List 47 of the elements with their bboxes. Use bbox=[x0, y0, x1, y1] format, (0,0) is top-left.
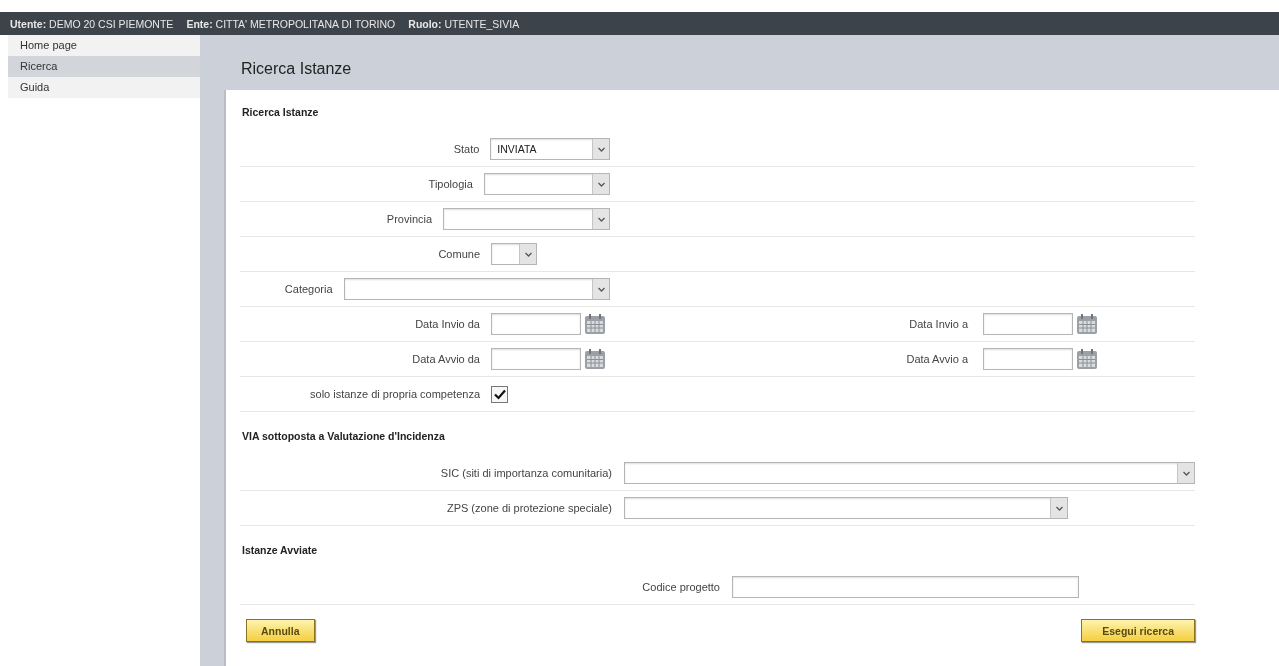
user-info: Ruolo: UTENTE_SIVIA bbox=[408, 17, 520, 30]
date-field[interactable] bbox=[491, 348, 581, 370]
caret-icon[interactable] bbox=[1177, 463, 1194, 483]
search-button[interactable]: Esegui ricerca bbox=[1081, 619, 1195, 642]
caret-icon[interactable] bbox=[1050, 498, 1067, 518]
field-label: Data Avvio a bbox=[905, 353, 968, 365]
field-label: Provincia bbox=[385, 213, 433, 225]
caret-icon[interactable] bbox=[592, 279, 609, 299]
user-info: Utente: DEMO 20 CSI PIEMONTE bbox=[10, 17, 174, 30]
dropdown-field[interactable] bbox=[491, 243, 537, 265]
date-field[interactable] bbox=[491, 313, 581, 335]
sidebar-item[interactable]: Ricerca bbox=[8, 56, 200, 77]
field-label: solo istanze di propria competenza bbox=[309, 388, 480, 400]
dropdown-field[interactable]: INVIATA bbox=[490, 138, 610, 160]
checkbox[interactable] bbox=[491, 385, 508, 403]
field-label: Data Avvio da bbox=[411, 353, 480, 365]
field-label: Tipologia bbox=[427, 178, 473, 190]
field-label: Codice progetto bbox=[641, 581, 720, 593]
field-label: ZPS (zone di protezione speciale) bbox=[445, 502, 612, 514]
dropdown-field[interactable] bbox=[443, 208, 610, 230]
calendar-icon[interactable] bbox=[1076, 348, 1098, 370]
page-title: Ricerca Istanze bbox=[240, 59, 353, 79]
dropdown-field[interactable] bbox=[483, 173, 610, 195]
field-label: Comune bbox=[437, 248, 480, 260]
section-title: Istanze Avviate bbox=[241, 543, 319, 558]
date-field[interactable] bbox=[983, 313, 1073, 335]
calendar-icon[interactable] bbox=[1076, 313, 1098, 335]
section-title: Ricerca Istanze bbox=[241, 105, 320, 120]
user-info: Ente: CITTA' METROPOLITANA DI TORINO bbox=[186, 17, 396, 30]
caret-icon[interactable] bbox=[519, 244, 536, 264]
caret-icon[interactable] bbox=[592, 209, 609, 229]
calendar-icon[interactable] bbox=[584, 313, 606, 335]
section-title: VIA sottoposta a Valutazione d'Incidenza bbox=[241, 429, 446, 444]
dropdown-field[interactable] bbox=[343, 278, 610, 300]
caret-icon[interactable] bbox=[592, 139, 609, 159]
dropdown-field[interactable] bbox=[624, 462, 1195, 484]
cancel-button[interactable]: Annulla bbox=[246, 619, 315, 642]
caret-icon[interactable] bbox=[592, 174, 609, 194]
date-field[interactable] bbox=[983, 348, 1073, 370]
calendar-icon[interactable] bbox=[584, 348, 606, 370]
field-label: SIC (siti di importanza comunitaria) bbox=[439, 467, 612, 479]
field-label: Categoria bbox=[283, 283, 333, 295]
field-label: Data Invio a bbox=[908, 318, 968, 330]
input-field[interactable] bbox=[732, 576, 1079, 598]
field-label: Stato bbox=[452, 143, 480, 155]
field-label: Data Invio da bbox=[414, 318, 480, 330]
dropdown-field[interactable] bbox=[624, 497, 1068, 519]
